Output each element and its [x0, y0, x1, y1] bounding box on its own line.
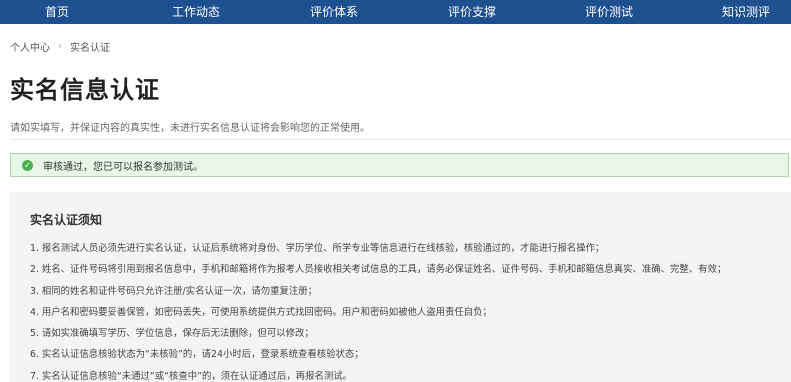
- breadcrumb-personal-center[interactable]: 个人中心: [10, 39, 50, 54]
- notice-item: 5. 请如实准确填写学历、学位信息，保存后无法删除，但可以修改；: [30, 328, 314, 340]
- notice-list: 1. 报名测试人员必须先进行实名认证，认证后系统将对身份、学历学位、所学专业等信…: [30, 238, 726, 382]
- nav-item-evaluation-support[interactable]: 评价支撑: [448, 0, 496, 24]
- alert-message: 审核通过，您已可以报名参加测试。: [43, 161, 203, 173]
- nav-item-home[interactable]: 首页: [45, 0, 69, 24]
- page-description: 请如实填写，并保证内容的真实性，未进行实名信息认证将会影响您的正常使用。: [10, 123, 370, 134]
- top-navigation-bar: 首页 工作动态 评价体系 评价支撑 评价测试 知识测评: [0, 0, 791, 24]
- nav-item-knowledge-assessment[interactable]: 知识测评: [722, 0, 770, 24]
- nav-item-evaluation-test[interactable]: 评价测试: [585, 0, 633, 24]
- breadcrumb-current: 实名认证: [70, 42, 110, 54]
- breadcrumb-separator-icon: ›: [58, 40, 62, 52]
- notice-item: 6. 实名认证信息核验状态为“未核验”的，请24小时后，登录系统查看核验状态；: [30, 349, 364, 361]
- page-title: 实名信息认证: [10, 76, 160, 104]
- notice-title: 实名认证须知: [30, 213, 103, 227]
- notice-item: 7. 实名认证信息核验“未通过”或“核查中”的，须在认证通过后，再报名测试。: [30, 370, 352, 382]
- breadcrumb: 个人中心 › 实名认证: [10, 38, 110, 54]
- nav-item-evaluation-system[interactable]: 评价体系: [310, 0, 358, 24]
- notice-item: 3. 相同的姓名和证件号码只允许注册/实名认证一次，请勿重复注册；: [30, 285, 317, 297]
- notice-item: 2. 姓名、证件号码将引用到报名信息中，手机和邮箱将作为报考人员接收相关考试信息…: [30, 264, 727, 276]
- check-circle-icon: ✓: [22, 159, 33, 171]
- divider: [10, 139, 791, 140]
- success-alert: ✓ 审核通过，您已可以报名参加测试。: [10, 153, 789, 177]
- notice-panel: 实名认证须知 1. 报名测试人员必须先进行实名认证，认证后系统将对身份、学历学位…: [10, 192, 791, 382]
- notice-item: 1. 报名测试人员必须先进行实名认证，认证后系统将对身份、学历学位、所学专业等信…: [30, 243, 605, 254]
- notice-item: 4. 用户名和密码要妥善保管，如密码丢失，可使用系统提供方式找回密码。用户和密码…: [30, 306, 492, 318]
- nav-item-work-news[interactable]: 工作动态: [172, 0, 220, 24]
